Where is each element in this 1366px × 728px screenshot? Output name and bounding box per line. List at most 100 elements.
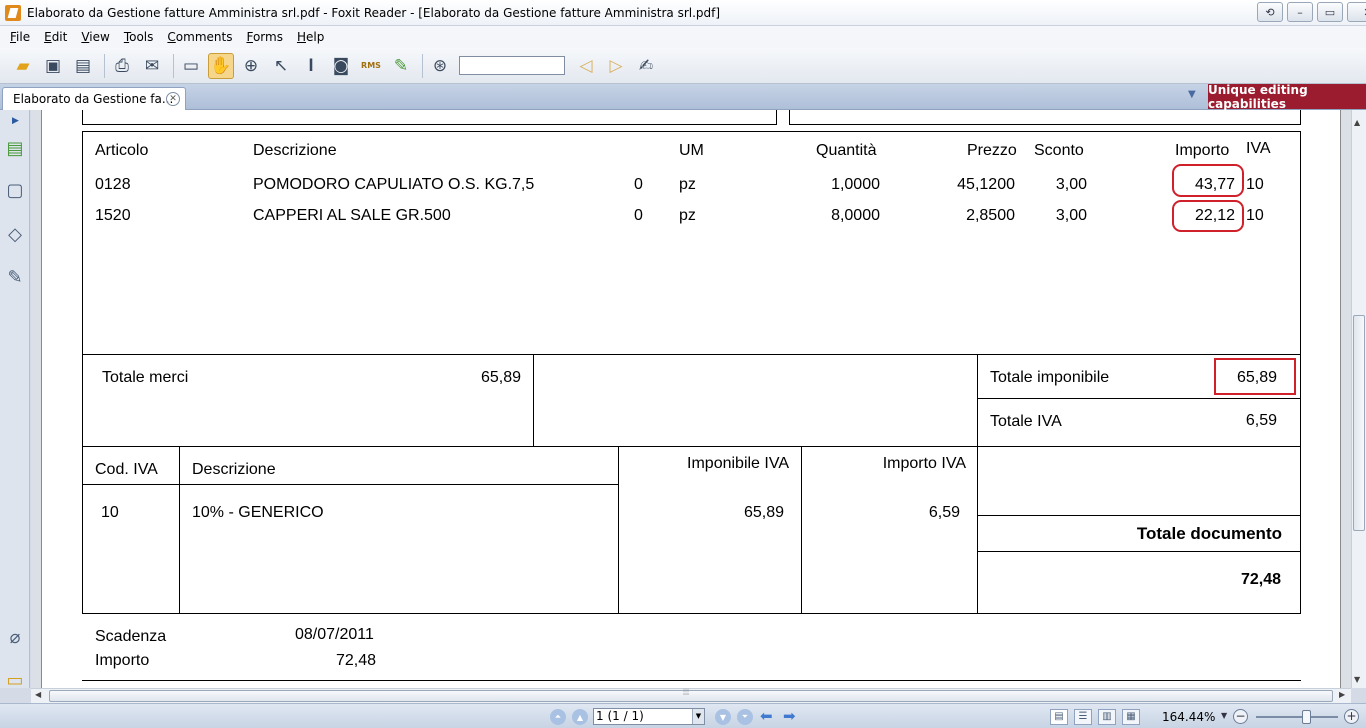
horizontal-scrollbar[interactable]: ◀ ⦙⦙⦙ ▶: [31, 688, 1351, 703]
vertical-scrollbar[interactable]: ▲ ▼: [1351, 110, 1366, 688]
row2-zero: 0: [634, 207, 643, 224]
select-icon[interactable]: ↖: [268, 53, 294, 79]
bookmarks-icon[interactable]: ▤: [3, 136, 27, 160]
email-icon[interactable]: ✉: [139, 53, 165, 79]
next-page-icon[interactable]: ▼: [715, 709, 731, 725]
iva-header-cod: Cod. IVA: [95, 461, 158, 478]
rms-icon[interactable]: RMS: [358, 53, 384, 79]
tab-document[interactable]: Elaborato da Gestione fa... ✕: [2, 87, 186, 110]
comments-panel-icon[interactable]: ✎: [3, 265, 27, 289]
zoom-dropdown-icon[interactable]: ▼: [1221, 711, 1227, 720]
expand-sidebar-icon[interactable]: ▶: [12, 116, 19, 126]
continuous-view-icon[interactable]: ☰: [1074, 709, 1092, 725]
zoom-out-icon[interactable]: −: [1233, 709, 1248, 724]
totale-imponibile-label: Totale imponibile: [990, 369, 1110, 386]
typewriter-icon[interactable]: ✍: [633, 53, 659, 79]
row1-quantita: 1,0000: [831, 176, 880, 193]
totale-merci-value: 65,89: [480, 369, 521, 386]
snapshot-icon[interactable]: ◙: [328, 53, 354, 79]
scroll-up-icon[interactable]: ▲: [1354, 118, 1360, 127]
zoom-icon[interactable]: ⊕: [238, 53, 264, 79]
pages-icon[interactable]: ▢: [3, 178, 27, 202]
hand-icon[interactable]: ✋: [208, 52, 234, 79]
messages-icon[interactable]: ▭: [3, 668, 27, 692]
first-page-icon[interactable]: ⏶: [550, 709, 566, 725]
header-articolo: Articolo: [95, 142, 149, 159]
zoom-slider-track[interactable]: [1256, 716, 1338, 718]
totale-iva-value: 6,59: [1245, 412, 1277, 429]
title-bar: Elaborato da Gestione fatture Amministra…: [0, 0, 1366, 26]
restore-down-button[interactable]: ⟲: [1257, 2, 1283, 22]
row1-zero: 0: [634, 176, 643, 193]
menu-view[interactable]: View: [81, 30, 109, 44]
header-um: UM: [679, 142, 704, 159]
page-dropdown-icon[interactable]: ▼: [692, 709, 704, 724]
tab-list-dropdown-icon[interactable]: ▼: [1188, 89, 1196, 100]
close-tab-icon[interactable]: ✕: [166, 92, 180, 106]
scroll-down-icon[interactable]: ▼: [1354, 675, 1360, 684]
print-icon[interactable]: ⎙: [109, 53, 135, 79]
menu-file[interactable]: File: [10, 30, 30, 44]
toolbar: ▰ ▣ ▤ ⎙ ✉ ▭ ✋ ⊕ ↖ 𝐈 ◙ RMS ✎ ⊛ ◁ ▷ ✍: [0, 48, 1366, 84]
save-all-icon[interactable]: ▤: [70, 53, 96, 79]
row1-iva: 10: [1246, 176, 1264, 193]
document-view[interactable]: Articolo Descrizione UM Quantità Prezzo …: [31, 110, 1351, 688]
close-button[interactable]: ✕: [1347, 2, 1366, 22]
menu-help[interactable]: Help: [297, 30, 324, 44]
sign-icon[interactable]: ✎: [388, 53, 414, 79]
layers-icon[interactable]: ◇: [3, 222, 27, 246]
menu-comments[interactable]: Comments: [167, 30, 232, 44]
iva-header-descrizione: Descrizione: [192, 461, 276, 478]
menu-edit[interactable]: Edit: [44, 30, 67, 44]
binoculars-icon[interactable]: ⊛: [427, 53, 453, 79]
previous-page-icon[interactable]: ▲: [572, 709, 588, 725]
scadenza-importo-value: 72,48: [335, 652, 376, 669]
highlight-row2-importo: [1172, 200, 1244, 232]
row2-sconto: 3,00: [1055, 207, 1087, 224]
minimize-button[interactable]: –: [1287, 2, 1313, 22]
monitor-icon[interactable]: ▭: [178, 53, 204, 79]
zoom-level[interactable]: 164.44%: [1162, 710, 1215, 724]
scroll-left-icon[interactable]: ◀: [35, 690, 41, 699]
horizontal-scroll-thumb[interactable]: [49, 690, 1333, 702]
open-icon[interactable]: ▰: [10, 53, 36, 79]
scroll-grip-icon: ⦙⦙⦙: [683, 688, 690, 698]
maximize-button[interactable]: ▭: [1317, 2, 1343, 22]
text-icon[interactable]: 𝐈: [298, 53, 324, 79]
single-page-view-icon[interactable]: ▤: [1050, 709, 1068, 725]
tab-document-label: Elaborato da Gestione fa...: [13, 92, 174, 106]
find-next-icon[interactable]: ▷: [603, 53, 629, 79]
row2-quantita: 8,0000: [831, 207, 880, 224]
attachments-icon[interactable]: ⌀: [3, 625, 27, 649]
row1-articolo: 0128: [95, 176, 131, 193]
scroll-right-icon[interactable]: ▶: [1339, 690, 1345, 699]
last-page-icon[interactable]: ⏷: [737, 709, 753, 725]
find-input[interactable]: [459, 56, 565, 75]
header-prezzo: Prezzo: [967, 142, 1017, 159]
continuous-facing-view-icon[interactable]: ▦: [1122, 709, 1140, 725]
save-icon[interactable]: ▣: [40, 53, 66, 79]
iva-header-importo: Importo IVA: [882, 455, 966, 472]
row1-sconto: 3,00: [1055, 176, 1087, 193]
menu-forms[interactable]: Forms: [246, 30, 283, 44]
page-number-field[interactable]: 1 (1 / 1) ▼: [593, 708, 705, 725]
totale-merci-label: Totale merci: [102, 369, 189, 386]
status-bar: ⏶ ▲ 1 (1 / 1) ▼ ▼ ⏷ ⬅ ➡ ▤ ☰ ▥ ▦ 164.44% …: [0, 703, 1366, 728]
back-arrow-icon[interactable]: ⬅: [760, 707, 773, 725]
facing-view-icon[interactable]: ▥: [1098, 709, 1116, 725]
highlight-totale-imponibile: [1214, 358, 1296, 395]
forward-arrow-icon[interactable]: ➡: [783, 707, 796, 725]
zoom-slider-knob[interactable]: [1302, 710, 1311, 724]
menu-tools[interactable]: Tools: [124, 30, 154, 44]
zoom-in-icon[interactable]: +: [1344, 709, 1359, 724]
row2-descrizione: CAPPERI AL SALE GR.500: [253, 207, 451, 224]
scadenza-date: 08/07/2011: [295, 626, 374, 643]
iva-row-importo: 6,59: [928, 504, 960, 521]
row1-prezzo: 45,1200: [957, 176, 1015, 193]
vertical-scroll-thumb[interactable]: [1353, 315, 1365, 531]
page-number-value: 1 (1 / 1): [596, 709, 644, 723]
find-prev-icon[interactable]: ◁: [573, 53, 599, 79]
promo-banner[interactable]: Unique editing capabilities: [1208, 83, 1366, 111]
window-title: Elaborato da Gestione fatture Amministra…: [27, 5, 721, 20]
foxit-app-icon: [5, 4, 21, 21]
